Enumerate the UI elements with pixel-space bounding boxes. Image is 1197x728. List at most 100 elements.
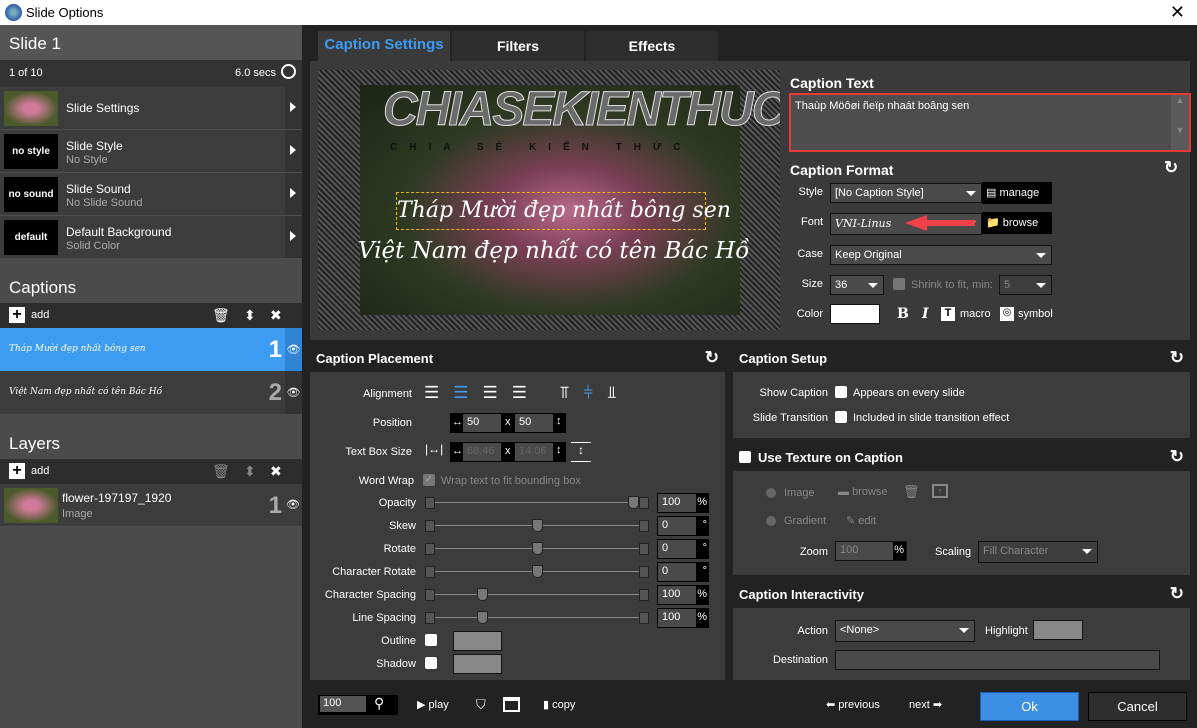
- skew-slider[interactable]: [425, 519, 649, 532]
- layer-list-item[interactable]: flower-197197_1920 Image 1 👁: [0, 484, 302, 527]
- tab-caption-settings[interactable]: Caption Settings: [318, 31, 450, 61]
- slider-value[interactable]: 0: [658, 540, 696, 558]
- case-dropdown[interactable]: Keep Original: [830, 245, 1052, 265]
- cancel-button[interactable]: Cancel: [1088, 692, 1187, 721]
- slider-decrement-button[interactable]: [425, 589, 435, 601]
- shield-icon[interactable]: ⛉: [476, 697, 486, 713]
- italic-button[interactable]: I: [922, 306, 929, 322]
- add-layer-label[interactable]: add: [31, 465, 49, 477]
- align-center-icon[interactable]: ☰: [453, 383, 482, 402]
- opacity-slider[interactable]: [425, 496, 649, 509]
- textbox-width-field[interactable]: 68.46: [463, 443, 501, 461]
- slider-value[interactable]: 100: [658, 609, 696, 627]
- size-dropdown[interactable]: 36: [830, 275, 884, 295]
- tools-icon[interactable]: ✖: [270, 307, 282, 324]
- slider-thumb[interactable]: [477, 611, 489, 624]
- symbol-icon[interactable]: ◎: [1000, 307, 1014, 321]
- color-swatch[interactable]: [830, 304, 880, 324]
- caption-list-item[interactable]: Tháp Mười đẹp nhất bông sen 1 👁: [0, 328, 302, 371]
- slider-increment-button[interactable]: [639, 566, 649, 578]
- align-justify-icon[interactable]: ☰: [512, 383, 541, 402]
- rotate-slider[interactable]: [425, 542, 649, 555]
- slider-value[interactable]: 100: [658, 586, 696, 604]
- character-rotate-slider[interactable]: [425, 565, 649, 578]
- previous-button[interactable]: ⬅ previous: [826, 698, 880, 711]
- bold-button[interactable]: B: [897, 306, 909, 322]
- position-y-field[interactable]: 50: [515, 414, 553, 432]
- trash-icon[interactable]: 🗑: [212, 307, 230, 324]
- action-dropdown[interactable]: <None>: [835, 620, 975, 642]
- align-right-icon[interactable]: ☰: [483, 383, 512, 402]
- browse-font-button[interactable]: 📁 browse: [982, 212, 1052, 234]
- slider-thumb[interactable]: [477, 588, 489, 601]
- slider-increment-button[interactable]: [639, 589, 649, 601]
- slider-value[interactable]: 0: [658, 563, 696, 581]
- close-button[interactable]: ✕: [1170, 2, 1185, 23]
- default-background-item[interactable]: default Default Background Solid Color: [0, 216, 302, 259]
- shrink-to-fit-checkbox[interactable]: [893, 278, 905, 290]
- use-texture-checkbox[interactable]: [739, 451, 751, 463]
- slider-decrement-button[interactable]: [425, 543, 435, 555]
- gradient-edit-button[interactable]: ✎ edit: [846, 514, 876, 527]
- scaling-dropdown[interactable]: Fill Character: [978, 541, 1098, 563]
- position-x-field[interactable]: 50: [463, 414, 501, 432]
- slide-sound-item[interactable]: no sound Slide Sound No Slide Sound: [0, 173, 302, 216]
- eye-icon[interactable]: 👁: [286, 498, 300, 511]
- clock-icon[interactable]: [281, 64, 296, 79]
- slide-settings-item[interactable]: Slide Settings: [0, 87, 302, 130]
- image-radio[interactable]: [766, 488, 776, 498]
- add-caption-label[interactable]: add: [31, 309, 49, 321]
- align-bottom-icon[interactable]: ⫫: [607, 383, 631, 402]
- add-caption-button[interactable]: +: [9, 307, 25, 323]
- reset-icon[interactable]: ↻: [1164, 158, 1178, 178]
- reset-icon[interactable]: ↻: [1170, 584, 1184, 604]
- slider-increment-button[interactable]: [639, 520, 649, 532]
- slider-value-field[interactable]: 0 °: [657, 539, 709, 559]
- slide-style-item[interactable]: no style Slide Style No Style: [0, 130, 302, 173]
- textbox-height-field[interactable]: 14.06: [515, 443, 553, 461]
- highlight-color-swatch[interactable]: [1033, 620, 1083, 640]
- add-layer-button[interactable]: +: [9, 463, 25, 479]
- reset-icon[interactable]: ↻: [1170, 348, 1184, 368]
- copy-button[interactable]: ▮ copy: [543, 698, 575, 711]
- show-caption-checkbox[interactable]: [835, 386, 847, 398]
- texture-browse-button[interactable]: ▬ browse: [838, 486, 888, 498]
- trash-icon[interactable]: 🗑: [903, 484, 920, 500]
- slider-decrement-button[interactable]: [425, 612, 435, 624]
- shrink-min-dropdown[interactable]: 5: [999, 275, 1052, 295]
- slider-thumb[interactable]: [531, 542, 543, 555]
- macro-icon[interactable]: T: [941, 307, 955, 321]
- next-button[interactable]: next ➡: [909, 698, 942, 711]
- fit-height-icon[interactable]: ↕: [571, 442, 591, 462]
- slider-value[interactable]: 0: [658, 517, 696, 535]
- slide-transition-checkbox[interactable]: [835, 411, 847, 423]
- magnifier-icon[interactable]: ⚲: [374, 695, 384, 712]
- preview-caption[interactable]: Việt Nam đẹp nhất có tên Bác Hồ: [358, 238, 749, 264]
- slider-thumb[interactable]: [531, 519, 543, 532]
- align-middle-icon[interactable]: ⫩: [583, 383, 607, 402]
- caption-text-input[interactable]: Thaùp Möôøi ñeïp nhaát boâng sen ▲ ▼: [789, 93, 1191, 152]
- play-button[interactable]: ▶ play: [417, 698, 449, 711]
- zoom-input[interactable]: 100: [320, 696, 366, 712]
- slider-value-field[interactable]: 100 %: [657, 585, 709, 605]
- reorder-icon[interactable]: ⬍: [244, 307, 256, 324]
- slider-increment-button[interactable]: [639, 612, 649, 624]
- eye-icon[interactable]: 👁: [285, 328, 302, 371]
- slider-value[interactable]: 100: [658, 494, 696, 512]
- line-spacing-slider[interactable]: [425, 611, 649, 624]
- reset-icon[interactable]: ↻: [705, 348, 719, 368]
- outline-color-swatch[interactable]: [453, 631, 502, 651]
- slider-value-field[interactable]: 0 °: [657, 516, 709, 536]
- ok-button[interactable]: Ok: [980, 692, 1079, 721]
- shadow-checkbox[interactable]: [425, 657, 437, 669]
- slider-thumb[interactable]: [628, 496, 639, 509]
- window-icon[interactable]: [503, 697, 520, 712]
- slider-decrement-button[interactable]: [425, 566, 435, 578]
- shadow-color-swatch[interactable]: [453, 654, 502, 674]
- slider-value-field[interactable]: 100 %: [657, 608, 709, 628]
- outline-checkbox[interactable]: [425, 634, 437, 646]
- slider-value-field[interactable]: 100 %: [657, 493, 709, 513]
- reset-icon[interactable]: ↻: [1170, 447, 1184, 467]
- slider-increment-button[interactable]: [639, 497, 649, 509]
- align-top-icon[interactable]: ⫪: [560, 383, 584, 402]
